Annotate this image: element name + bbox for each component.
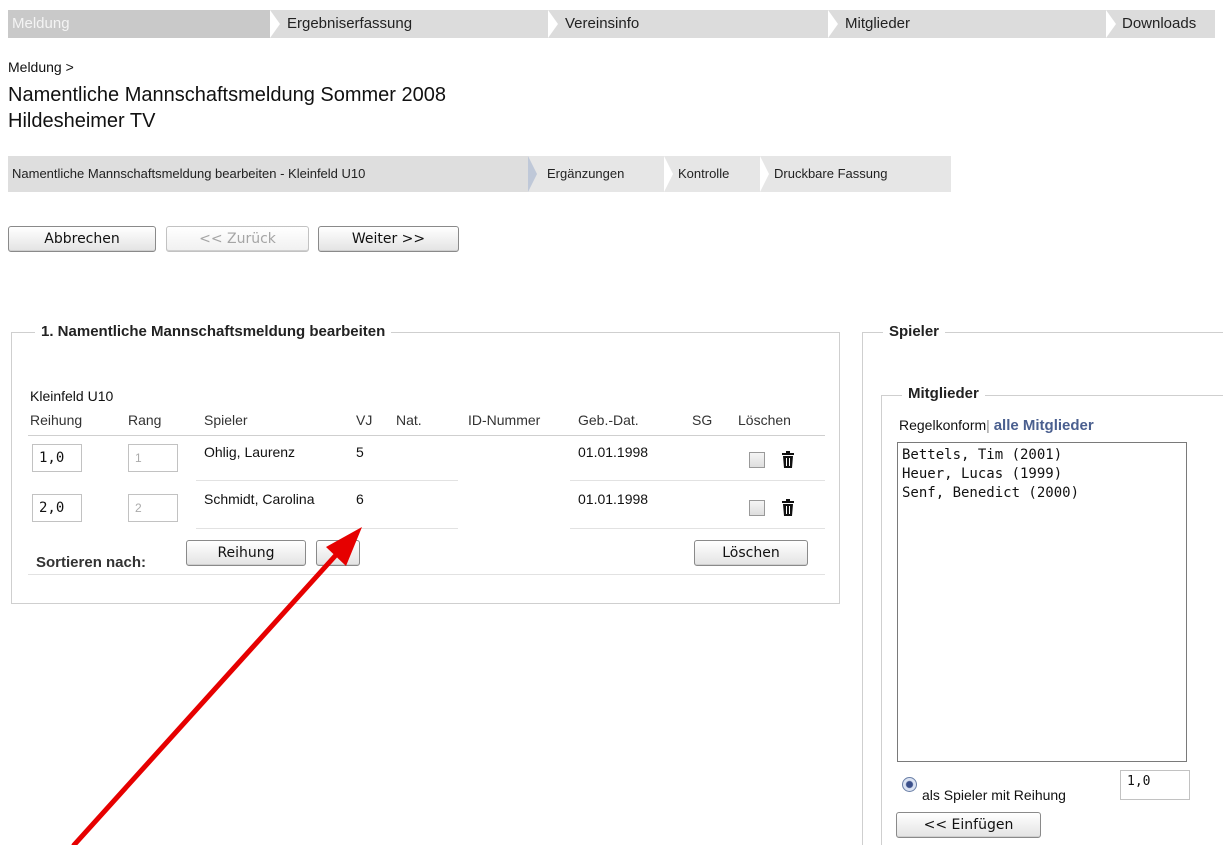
col-id-nummer[interactable]: ID-Nummer xyxy=(468,412,540,428)
player-vj: 6 xyxy=(356,491,364,507)
sort-vj-button[interactable]: VJ xyxy=(316,540,360,566)
delete-checkbox[interactable] xyxy=(749,500,765,516)
rang-input[interactable]: 2 xyxy=(128,494,178,522)
player-birthdate: 01.01.1998 xyxy=(578,491,649,507)
step-arrow xyxy=(760,156,769,192)
tab-mitglieder[interactable]: Mitglieder xyxy=(845,10,910,38)
team-label: Kleinfeld U10 xyxy=(30,388,114,404)
back-button[interactable]: << Zurück xyxy=(166,226,309,252)
row-divider xyxy=(196,528,458,529)
team-entry-legend: 1. Namentliche Mannschaftsmeldung bearbe… xyxy=(35,323,392,340)
tab-separator xyxy=(1106,10,1116,38)
step-bearbeiten: Namentliche Mannschaftsmeldung bearbeite… xyxy=(8,156,528,192)
tab-separator xyxy=(548,10,558,38)
sort-label: Sortieren nach: xyxy=(36,554,147,571)
col-loeschen: Löschen xyxy=(738,412,791,428)
row-divider xyxy=(196,480,458,481)
tab-meldung[interactable]: Meldung xyxy=(8,10,270,38)
radio-label: als Spieler mit Reihung xyxy=(922,787,1066,803)
members-legend: Mitglieder xyxy=(902,385,985,402)
footer-divider xyxy=(28,574,825,575)
list-item[interactable]: Bettels, Tim (2001) xyxy=(902,446,1182,465)
col-spieler[interactable]: Spieler xyxy=(204,412,248,428)
cancel-button[interactable]: Abbrechen xyxy=(8,226,156,252)
row-divider xyxy=(570,480,825,481)
members-listbox[interactable]: Bettels, Tim (2001) Heuer, Lucas (1999) … xyxy=(897,442,1187,762)
list-item[interactable]: Heuer, Lucas (1999) xyxy=(902,465,1182,484)
col-sg[interactable]: SG xyxy=(692,412,712,428)
insert-button[interactable]: << Einfügen xyxy=(896,812,1041,838)
row-divider xyxy=(570,528,825,529)
player-birthdate: 01.01.1998 xyxy=(578,444,649,460)
top-navigation: Meldung Ergebniserfassung Vereinsinfo Mi… xyxy=(8,10,1215,38)
player-legend: Spieler xyxy=(883,323,946,340)
step-arrow xyxy=(528,156,537,192)
list-item[interactable]: Senf, Benedict (2000) xyxy=(902,484,1182,503)
breadcrumb[interactable]: Meldung > xyxy=(8,59,74,75)
page-title: Namentliche Mannschaftsmeldung Sommer 20… xyxy=(8,84,446,106)
trash-icon[interactable] xyxy=(781,499,795,517)
col-vj[interactable]: VJ xyxy=(356,412,372,428)
step-kontrolle: Kontrolle xyxy=(678,166,730,181)
club-name: Hildesheimer TV xyxy=(8,110,156,132)
tab-separator xyxy=(828,10,838,38)
col-reihung[interactable]: Reihung xyxy=(30,412,82,428)
tab-ergebniserfassung[interactable]: Ergebniserfassung xyxy=(287,10,412,38)
tab-downloads[interactable]: Downloads xyxy=(1122,10,1196,38)
reihung-input[interactable]: 2,0 xyxy=(32,494,82,522)
sort-reihung-button[interactable]: Reihung xyxy=(186,540,306,566)
reihung-value-input[interactable]: 1,0 xyxy=(1120,770,1190,800)
filter-separator: | xyxy=(986,417,990,433)
filter-regelkonform[interactable]: Regelkonform xyxy=(899,417,986,433)
player-vj: 5 xyxy=(356,444,364,460)
step-druckbare-fassung: Druckbare Fassung xyxy=(774,166,888,181)
tab-vereinsinfo[interactable]: Vereinsinfo xyxy=(565,10,639,38)
rang-input[interactable]: 1 xyxy=(128,444,178,472)
step-arrow xyxy=(664,156,673,192)
trash-icon[interactable] xyxy=(781,451,795,469)
delete-selected-button[interactable]: Löschen xyxy=(694,540,808,566)
player-name: Schmidt, Carolina xyxy=(204,491,315,507)
player-name: Ohlig, Laurenz xyxy=(204,444,296,460)
col-geb-dat[interactable]: Geb.-Dat. xyxy=(578,412,639,428)
step-ergaenzungen: Ergänzungen xyxy=(547,166,625,181)
header-divider xyxy=(28,435,825,436)
delete-checkbox[interactable] xyxy=(749,452,765,468)
next-button[interactable]: Weiter >> xyxy=(318,226,459,252)
reihung-radio[interactable] xyxy=(902,777,917,792)
filter-all-members-link[interactable]: alle Mitglieder xyxy=(994,417,1094,434)
col-rang[interactable]: Rang xyxy=(128,412,161,428)
filter-tabs: Regelkonform| alle Mitglieder xyxy=(899,417,1094,434)
reihung-input[interactable]: 1,0 xyxy=(32,444,82,472)
wizard-steps: Namentliche Mannschaftsmeldung bearbeite… xyxy=(8,156,951,192)
col-nat[interactable]: Nat. xyxy=(396,412,422,428)
tab-separator xyxy=(270,10,280,38)
